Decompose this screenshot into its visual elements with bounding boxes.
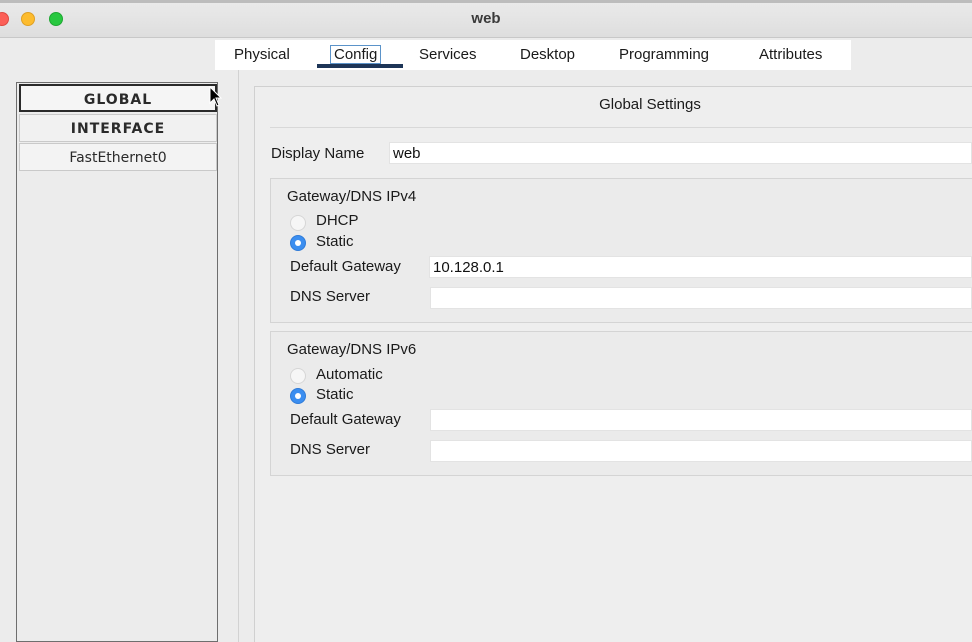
- ipv6-dns-label: DNS Server: [290, 441, 371, 458]
- display-name-field[interactable]: web: [389, 142, 972, 164]
- ipv4-dhcp-radio[interactable]: [290, 215, 306, 231]
- title-bar: web: [0, 0, 972, 38]
- tab-programming-label: Programming: [619, 46, 710, 63]
- title-divider: [270, 127, 972, 128]
- tab-attributes[interactable]: Attributes: [759, 46, 822, 63]
- active-tab-indicator: [317, 64, 403, 68]
- window-title: web: [471, 10, 501, 27]
- tab-services[interactable]: Services: [419, 46, 477, 63]
- sidebar: GLOBAL INTERFACE FastEthernet0: [16, 82, 218, 642]
- tab-desktop-label: Desktop: [520, 46, 576, 63]
- page-title: Global Settings: [599, 96, 701, 113]
- ipv4-static-label[interactable]: Static: [316, 233, 354, 250]
- ipv6-gateway-label: Default Gateway: [290, 411, 401, 428]
- tab-attributes-label: Attributes: [759, 46, 823, 63]
- ipv4-dhcp-label[interactable]: DHCP: [316, 212, 359, 229]
- ipv4-dns-label: DNS Server: [290, 288, 371, 305]
- tab-desktop[interactable]: Desktop: [520, 46, 575, 63]
- tab-config-label: Config: [329, 45, 382, 64]
- sidebar-item-interface[interactable]: INTERFACE: [19, 114, 217, 142]
- ipv4-gateway-label: Default Gateway: [290, 258, 401, 275]
- ipv4-group-title: Gateway/DNS IPv4: [287, 188, 417, 205]
- sidebar-item-global[interactable]: GLOBAL: [19, 84, 217, 112]
- ipv6-gateway-field[interactable]: [430, 409, 972, 431]
- tab-programming[interactable]: Programming: [619, 46, 709, 63]
- ipv4-gateway-field[interactable]: 10.128.0.1: [429, 256, 972, 278]
- tab-physical[interactable]: Physical: [234, 46, 290, 63]
- display-name-label: Display Name: [271, 145, 365, 162]
- tab-config[interactable]: Config: [329, 45, 382, 64]
- mouse-pointer-icon: [209, 86, 223, 107]
- tab-services-label: Services: [419, 46, 477, 63]
- ipv4-dns-field[interactable]: [430, 287, 972, 309]
- top-strip: [0, 0, 972, 3]
- ipv6-automatic-label[interactable]: Automatic: [316, 366, 383, 383]
- tab-physical-label: Physical: [234, 46, 290, 63]
- ipv6-static-radio[interactable]: [290, 388, 306, 404]
- ipv4-static-radio[interactable]: [290, 235, 306, 251]
- sidebar-item-fastethernet0[interactable]: FastEthernet0: [19, 143, 217, 171]
- ipv6-group-title: Gateway/DNS IPv6: [287, 341, 417, 358]
- ipv6-static-label[interactable]: Static: [316, 386, 354, 403]
- ipv6-automatic-radio[interactable]: [290, 368, 306, 384]
- tab-bar: Physical Config Services Desktop Program…: [215, 40, 851, 70]
- panel-splitter[interactable]: [238, 70, 239, 642]
- ipv6-dns-field[interactable]: [430, 440, 972, 462]
